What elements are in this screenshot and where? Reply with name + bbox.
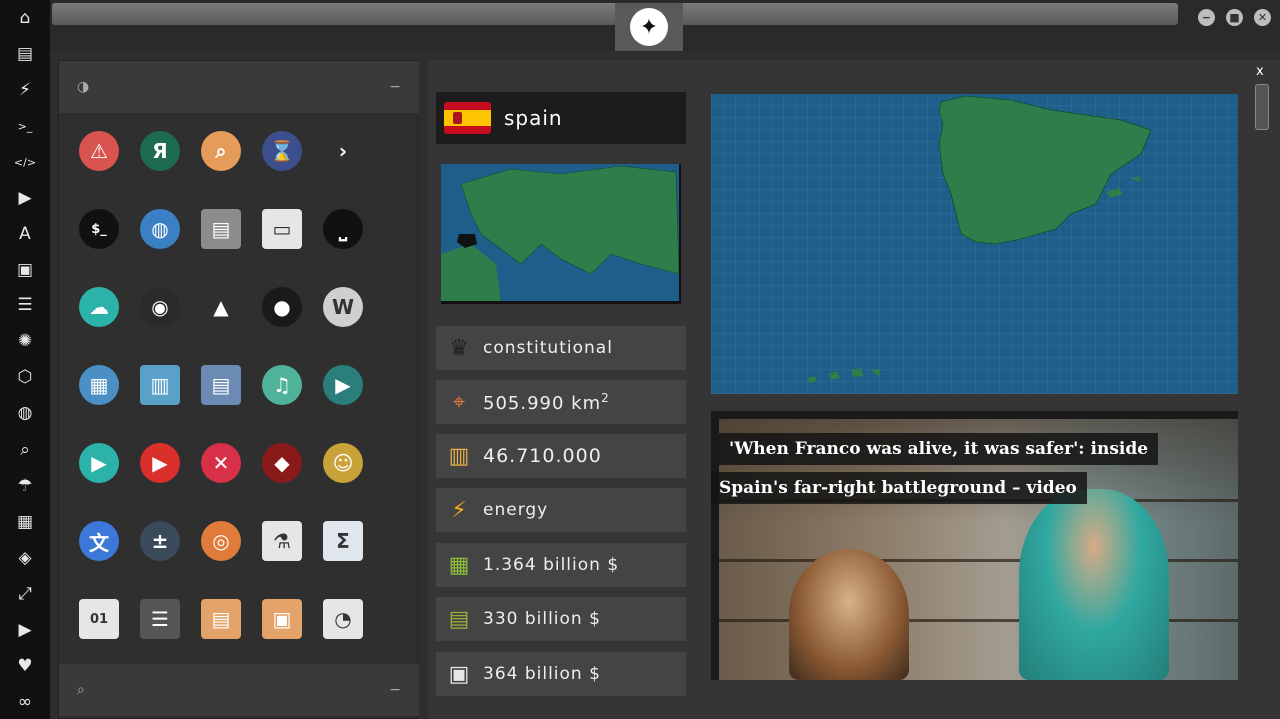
population-value: 46.710.000 (483, 445, 602, 467)
arrow-app-icon[interactable]: › (323, 131, 363, 171)
imports-stat: ▣ 364 billion $ (436, 652, 686, 696)
contrast-icon[interactable]: ◑ (77, 79, 89, 95)
globe-icon[interactable]: ◍ (11, 399, 39, 427)
death-star-app-icon[interactable]: ● (262, 287, 302, 327)
calculator-app-icon[interactable]: ± (140, 521, 180, 561)
country-header: spain (436, 92, 686, 144)
books-app-icon[interactable]: ▥ (140, 365, 180, 405)
github-app-icon[interactable]: ◉ (140, 287, 180, 327)
contact-icon[interactable]: ▦ (11, 508, 39, 536)
news-headline-line-2: Spain's far-right battleground – video (711, 472, 1087, 504)
search-icon[interactable]: ⌕ (77, 682, 85, 698)
music-app-icon[interactable]: ♫ (262, 365, 302, 405)
wikipedia-app-icon[interactable]: W (323, 287, 363, 327)
cloud-lock-app-icon[interactable]: ☁ (79, 287, 119, 327)
infinity-icon[interactable]: ∞ (11, 688, 39, 716)
close-window-button[interactable]: ✕ (1254, 9, 1271, 26)
translate-icon[interactable]: A (11, 220, 39, 248)
terminal-icon[interactable]: >_ (11, 112, 39, 140)
panel-minimize-button[interactable]: − (389, 79, 401, 95)
imports-value: 364 billion $ (483, 664, 601, 684)
minimize-button[interactable]: − (1198, 9, 1215, 26)
area-value: 505.990 km2 (483, 390, 610, 414)
link-icon[interactable]: ◈ (11, 544, 39, 572)
gdp-stat: ▦ 1.364 billion $ (436, 543, 686, 587)
binary-app-icon[interactable]: 01 (79, 599, 119, 639)
notes-app-icon[interactable]: ▤ (201, 365, 241, 405)
app-launcher-panel: ◑ − ⚠ Я ⌕ ⌛ › $_ ◍ ▤ ▭ ⎵ ☁ ◉ ▲ ● W ▦ ▥ ▤ ♫ ▶ ▶ ▶ ✕ ◆ ☺ 文 ± ◎ ⚗ Σ 01 ☰ ▤ ▣… (58, 60, 419, 719)
resource-value: energy (483, 500, 549, 520)
scrollbar-thumb[interactable] (1255, 84, 1269, 130)
footer-minimize-button[interactable]: − (389, 682, 401, 698)
news-card[interactable]: 'When Franco was alive, it was safer': i… (711, 411, 1238, 680)
exports-value: 330 billion $ (483, 609, 601, 629)
yandex-app-icon[interactable]: Я (140, 131, 180, 171)
heart-icon[interactable]: ♥ (11, 652, 39, 680)
population-stat: ▥ 46.710.000 (436, 434, 686, 478)
country-map[interactable] (711, 94, 1238, 394)
terminal-app-icon[interactable]: $_ (79, 209, 119, 249)
area-stat: ⌖ 505.990 km2 (436, 380, 686, 424)
population-icon: ▥ (448, 443, 470, 469)
home-icon[interactable]: ⌂ (11, 4, 39, 32)
scanner-app-icon[interactable]: ▤ (201, 209, 241, 249)
youtube-app-icon[interactable]: ▶ (140, 443, 180, 483)
warning-app-icon[interactable]: ⚠ (79, 131, 119, 171)
search-icon[interactable]: ⌕ (11, 436, 39, 464)
export-truck-icon: ▤ (448, 606, 470, 632)
image-app-icon[interactable]: ▣ (262, 599, 302, 639)
rebel-icon[interactable]: ⬡ (11, 363, 39, 391)
file-app-icon[interactable]: ▤ (201, 599, 241, 639)
expand-icon[interactable]: ⤢ (11, 580, 39, 608)
keyboard-app-icon[interactable]: ⎵ (323, 209, 363, 249)
news-headline-line-1: 'When Franco was alive, it was safer': i… (719, 433, 1159, 465)
search-app-icon[interactable]: ⌕ (201, 131, 241, 171)
c3po-app-icon[interactable]: ☺ (323, 443, 363, 483)
close-app-icon[interactable]: ✕ (201, 443, 241, 483)
translate-app-icon[interactable]: 文 (79, 521, 119, 561)
exports-stat: ▤ 330 billion $ (436, 597, 686, 641)
gdp-value: 1.364 billion $ (483, 555, 620, 575)
player-app-icon[interactable]: ▶ (79, 443, 119, 483)
photo-app-icon[interactable]: ◎ (201, 521, 241, 561)
app-grid: ⚠ Я ⌕ ⌛ › $_ ◍ ▤ ▭ ⎵ ☁ ◉ ▲ ● W ▦ ▥ ▤ ♫ ▶ ▶ ▶ ✕ ◆ ☺ 文 ± ◎ ⚗ Σ 01 ☰ ▤ ▣ ◔ (59, 115, 419, 665)
lightning-icon[interactable]: ⚡ (11, 76, 39, 104)
ironman-app-icon[interactable]: ◆ (262, 443, 302, 483)
government-value: constitutional (483, 338, 613, 358)
umbrella-icon[interactable]: ☂ (11, 472, 39, 500)
text-app-icon[interactable]: ☰ (140, 599, 180, 639)
crown-icon: ♛ (449, 335, 469, 361)
world-minimap[interactable] (441, 164, 681, 304)
globe-app-icon[interactable]: ◍ (140, 209, 180, 249)
lab-app-icon[interactable]: ⚗ (262, 521, 302, 561)
maximize-button[interactable]: ■ (1226, 9, 1243, 26)
hourglass-app-icon[interactable]: ⌛ (262, 131, 302, 171)
code-icon[interactable]: </> (11, 148, 39, 176)
formula-app-icon[interactable]: Σ (323, 521, 363, 561)
money-stack-icon: ▦ (448, 552, 470, 578)
empire-icon[interactable]: ✺ (11, 327, 39, 355)
youtube-icon[interactable]: ▶ (11, 616, 39, 644)
play-icon[interactable]: ▶ (11, 184, 39, 212)
resource-stat: ⚡ energy (436, 488, 686, 532)
energy-icon: ⚡ (451, 497, 467, 523)
starfleet-app-icon[interactable]: ▲ (201, 287, 241, 327)
map-pin-icon: ⌖ (452, 389, 466, 415)
rebel-emblem-icon: ✦ (630, 8, 668, 46)
document-icon[interactable]: ▤ (11, 40, 39, 68)
close-panel-button[interactable]: x (1256, 64, 1264, 79)
left-rail: ⌂ ▤ ⚡ >_ </> ▶ A ▣ ☰ ✺ ⬡ ◍ ⌕ ☂ ▦ ◈ ⤢ ▶ ♥ ∞ (0, 0, 50, 719)
news-icon[interactable]: ☰ (11, 291, 39, 319)
app-panel-footer: ⌕ − (59, 664, 419, 716)
presentation-app-icon[interactable]: ◔ (323, 599, 363, 639)
map-app-icon[interactable]: ▦ (79, 365, 119, 405)
video-app-icon[interactable]: ▶ (323, 365, 363, 405)
image-icon[interactable]: ▣ (11, 256, 39, 284)
government-stat: ♛ constitutional (436, 326, 686, 370)
app-panel-header: ◑ − (59, 61, 419, 113)
spain-flag-icon (444, 102, 491, 134)
window-app-icon[interactable]: ▭ (262, 209, 302, 249)
country-name: spain (504, 106, 563, 130)
import-boxes-icon: ▣ (448, 661, 470, 687)
